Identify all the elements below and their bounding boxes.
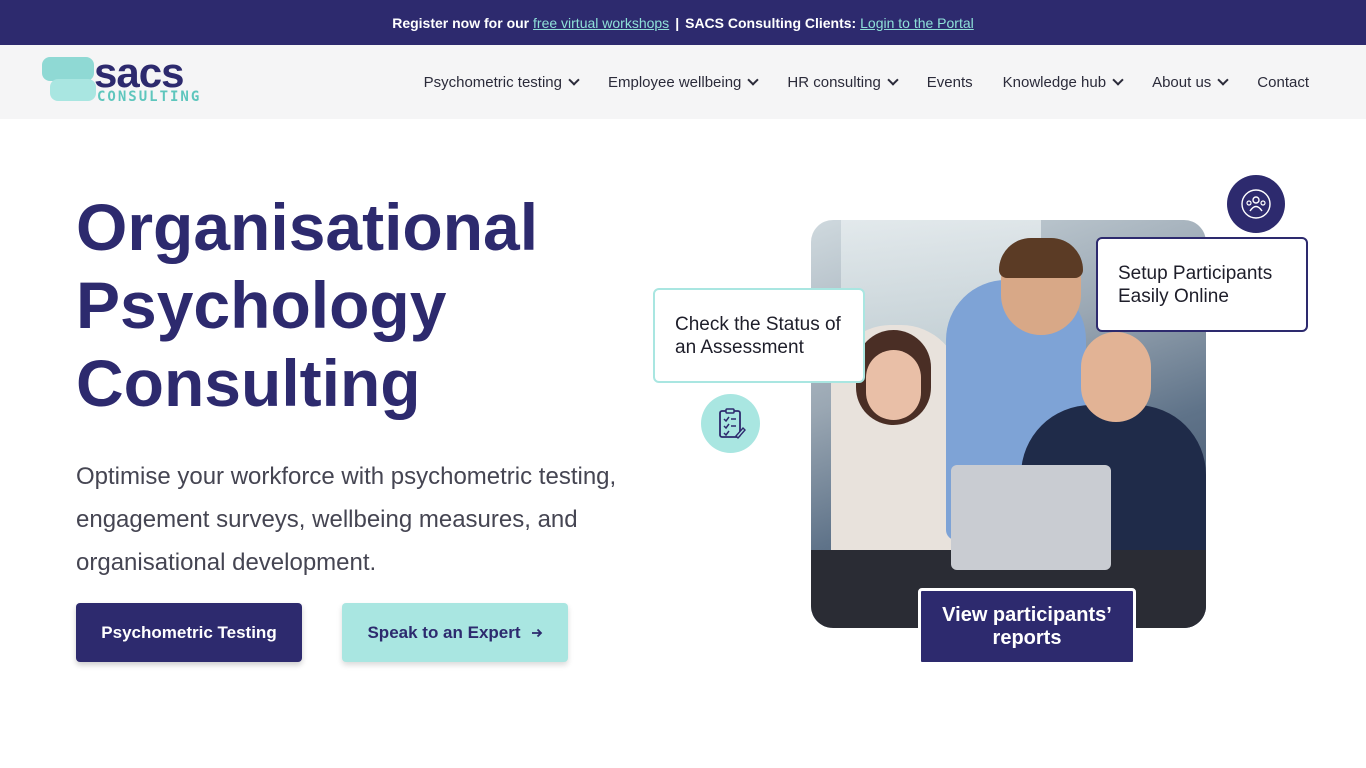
nav-item-psychometric-testing[interactable]: Psychometric testing: [423, 73, 580, 91]
logo-subtitle: CONSULTING: [97, 89, 202, 105]
hero-title-line: Psychology: [76, 268, 447, 342]
sacs-logo[interactable]: sacs CONSULTING: [42, 49, 204, 107]
photo-person-face: [866, 350, 921, 420]
clients-text: SACS Consulting Clients:: [685, 14, 857, 31]
hero-title-line: Organisational: [76, 190, 539, 264]
chevron-down-icon: [1112, 74, 1124, 86]
announcement-bar: Register now for our free virtual worksh…: [0, 0, 1366, 45]
separator: |: [675, 14, 680, 31]
people-group-icon: [1241, 189, 1271, 219]
button-label: Speak to an Expert: [367, 622, 521, 642]
nav-item-hr-consulting[interactable]: HR consulting: [787, 73, 899, 91]
view-reports-card[interactable]: View participants’ reports: [918, 588, 1136, 665]
psychometric-testing-button[interactable]: Psychometric Testing: [76, 603, 302, 662]
nav-item-employee-wellbeing[interactable]: Employee wellbeing: [607, 73, 760, 91]
nav-menu: Psychometric testing Employee wellbeing …: [424, 45, 1309, 119]
photo-laptop: [951, 465, 1111, 570]
nav-item-label: HR consulting: [787, 73, 881, 91]
workshops-link[interactable]: free virtual workshops: [533, 15, 669, 31]
nav-item-label: About us: [1152, 73, 1212, 91]
hero-subtitle: Optimise your workforce with psychometri…: [76, 463, 617, 576]
speech-bubbles-icon: [42, 57, 94, 81]
hero-title: Organisational Psychology Consulting: [76, 188, 538, 422]
nav-item-events[interactable]: Events: [927, 74, 973, 91]
speak-to-expert-button[interactable]: Speak to an Expert: [342, 603, 568, 662]
nav-item-label: Employee wellbeing: [607, 73, 742, 91]
hero-title-line: Consulting: [76, 346, 421, 420]
nav-item-contact[interactable]: Contact: [1257, 74, 1309, 91]
assessment-status-card: Check the Status of an Assessment: [653, 288, 865, 383]
speech-bubble-icon: [50, 79, 96, 101]
nav-item-label: Psychometric testing: [423, 73, 562, 91]
portal-login-link[interactable]: Login to the Portal: [860, 15, 974, 31]
nav-item-label: Events: [926, 73, 973, 91]
card-text: View participants’ reports: [942, 603, 1112, 649]
card-text: Setup Participants Easily Online: [1118, 262, 1273, 307]
nav-item-knowledge-hub[interactable]: Knowledge hub: [1002, 73, 1124, 91]
chevron-down-icon: [747, 74, 760, 86]
checklist-icon-badge: [701, 394, 760, 453]
main-navigation: sacs CONSULTING Psychometric testing Emp…: [0, 45, 1366, 119]
photo-person-hair: [999, 238, 1083, 278]
chevron-down-icon: [568, 74, 580, 86]
card-text: Check the Status of an Assessment: [675, 313, 841, 358]
nav-item-about-us[interactable]: About us: [1152, 73, 1229, 91]
photo-person-face: [1081, 332, 1151, 422]
nav-item-label: Knowledge hub: [1002, 73, 1107, 91]
arrow-right-icon: [531, 628, 542, 637]
announcement-text: Register now for our: [392, 14, 530, 31]
checklist-icon: [718, 407, 746, 439]
participants-network-icon: [1227, 175, 1285, 233]
setup-participants-card: Setup Participants Easily Online: [1096, 237, 1308, 332]
chevron-down-icon: [887, 74, 899, 86]
nav-item-label: Contact: [1257, 73, 1309, 91]
button-label: Psychometric Testing: [101, 622, 277, 642]
chevron-down-icon: [1217, 74, 1229, 86]
